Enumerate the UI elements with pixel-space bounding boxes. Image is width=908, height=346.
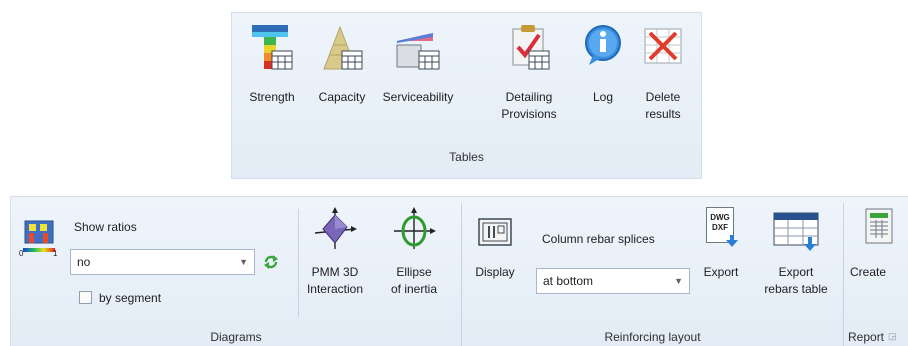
create-label: Create xyxy=(850,265,887,279)
pmm-3d-interaction-icon xyxy=(314,207,357,249)
by-segment-checkbox[interactable] xyxy=(79,291,92,304)
reinforcing-layout-group: Display Column rebar splices at bottom ▼… xyxy=(462,197,843,346)
diagrams-group: 0 1 Show ratios no ▼ by segment PMM 3D I… xyxy=(11,197,461,346)
column-rebar-splices-label: Column rebar splices xyxy=(542,232,655,246)
pmm-3d-interaction-label: PMM 3D Interaction xyxy=(306,265,364,296)
strength-button[interactable]: Strength xyxy=(238,21,306,131)
detailing-provisions-button[interactable]: Detailing Provisions xyxy=(494,21,564,131)
column-rebar-splices-value: at bottom xyxy=(543,274,594,288)
reinforcing-group-label: Reinforcing layout xyxy=(604,330,701,344)
capacity-button[interactable]: Capacity xyxy=(311,21,373,131)
dxf-text: DXF xyxy=(712,223,728,232)
refresh-icon[interactable] xyxy=(263,254,279,270)
ellipse-of-inertia-icon xyxy=(394,207,436,249)
log-label: Log xyxy=(592,90,614,104)
display-button[interactable]: Display xyxy=(466,205,524,315)
serviceability-table-icon xyxy=(396,33,440,70)
by-segment-label: by segment xyxy=(99,291,162,305)
report-group: Create Report ◲ xyxy=(844,197,908,346)
log-button[interactable]: Log xyxy=(580,21,626,131)
arrow-down-icon xyxy=(726,235,738,247)
show-ratios-select[interactable]: no ▼ xyxy=(70,249,255,275)
chevron-down-icon: ▼ xyxy=(239,257,248,267)
ellipse-of-inertia-label: Ellipse of inertia xyxy=(390,265,438,296)
show-ratios-label: Show ratios xyxy=(74,220,137,234)
ellipse-of-inertia-button[interactable]: Ellipse of inertia xyxy=(380,205,448,315)
delete-results-label: Delete results xyxy=(645,90,681,121)
display-label: Display xyxy=(475,265,515,279)
scale-max-label: 1 xyxy=(53,249,58,258)
info-log-icon xyxy=(585,25,621,65)
export-rebars-table-button[interactable]: Export rebars table xyxy=(754,205,838,315)
delete-results-button[interactable]: Delete results xyxy=(634,21,692,131)
delete-results-icon xyxy=(644,28,682,64)
strength-table-icon xyxy=(252,25,293,70)
column-rebar-splices-select[interactable]: at bottom ▼ xyxy=(536,268,690,294)
show-ratios-value: no xyxy=(77,255,91,269)
dwg-text: DWG xyxy=(710,213,730,222)
export-table-icon xyxy=(773,212,819,251)
create-report-button[interactable]: Create xyxy=(846,205,906,315)
diagrams-separator xyxy=(298,209,299,317)
export-dwg-dxf-button[interactable]: DWG DXF Export xyxy=(692,205,750,315)
display-layout-icon xyxy=(478,218,512,246)
dwg-dxf-file-icon: DWG DXF xyxy=(706,207,738,247)
tables-group-label: Tables xyxy=(449,150,484,164)
export-rebars-table-label: Export rebars table xyxy=(764,265,828,296)
serviceability-label: Serviceability xyxy=(382,90,454,104)
detailing-provisions-label: Detailing Provisions xyxy=(501,90,557,121)
diagrams-group-label: Diagrams xyxy=(210,330,262,344)
detailing-provisions-icon xyxy=(512,25,550,70)
report-sheet-icon xyxy=(865,208,893,244)
chevron-down-icon: ▼ xyxy=(674,276,683,286)
pmm-3d-interaction-button[interactable]: PMM 3D Interaction xyxy=(302,205,368,315)
export-label: Export xyxy=(703,265,739,279)
capacity-table-icon xyxy=(323,25,363,70)
report-group-label: Report xyxy=(848,330,885,344)
main-ribbon: 0 1 Show ratios no ▼ by segment PMM 3D I… xyxy=(10,196,908,346)
capacity-label: Capacity xyxy=(318,90,366,104)
tables-panel: Strength Capacity Serviceability Detaili… xyxy=(231,12,702,179)
strength-label: Strength xyxy=(249,90,295,104)
serviceability-button[interactable]: Serviceability xyxy=(376,21,460,131)
scale-min-label: 0 xyxy=(19,249,24,258)
dialog-launcher-icon[interactable]: ◲ xyxy=(888,331,897,342)
